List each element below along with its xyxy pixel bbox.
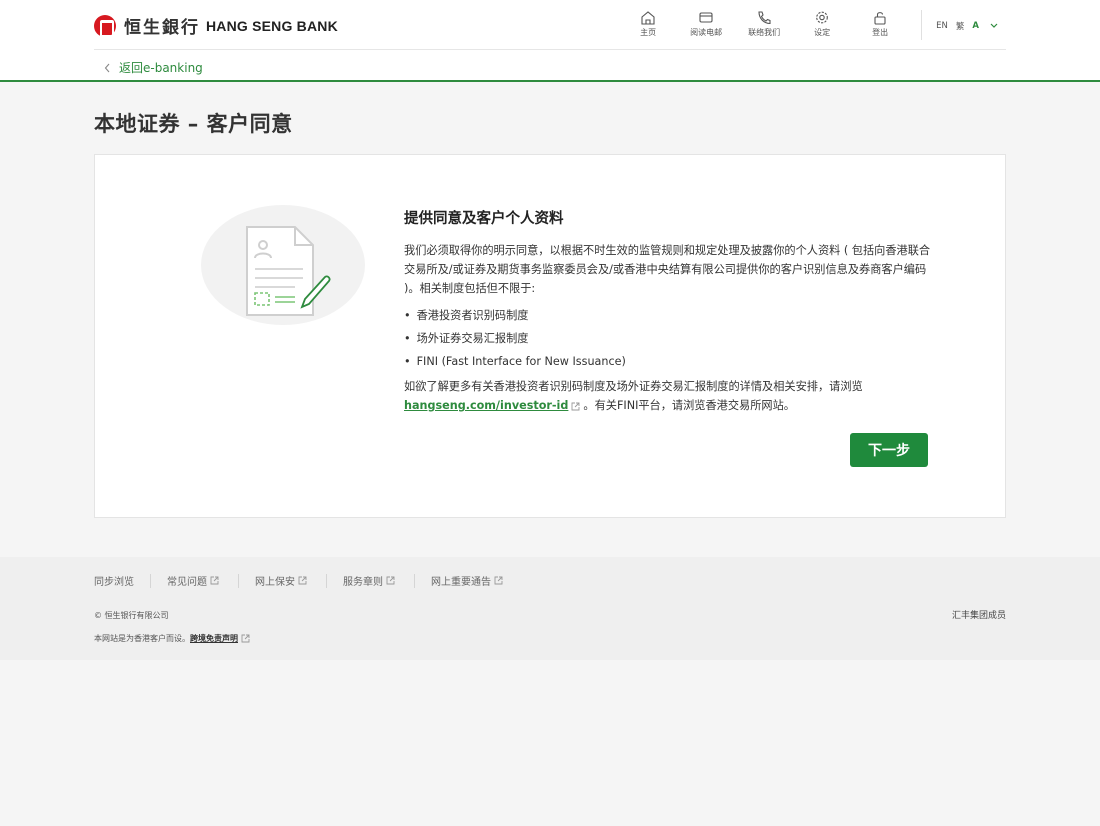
nav-contact-label: 联络我们 xyxy=(748,28,781,37)
document-sign-icon xyxy=(201,205,365,325)
phone-icon xyxy=(758,11,771,25)
list-item: 场外证券交易汇报制度 xyxy=(404,327,934,350)
external-link-icon xyxy=(210,576,219,585)
mail-icon xyxy=(699,12,713,23)
disclaimer: 本网站是为香港客户而设。跨境免责声明 xyxy=(94,633,253,644)
nav-contact[interactable]: 联络我们 xyxy=(735,10,793,38)
more-info-suffix: 。有关FINI平台，请浏览香港交易所网站。 xyxy=(583,399,795,412)
footer-link-notices[interactable]: 网上重要通告 xyxy=(431,573,506,588)
back-to-ebanking-link[interactable]: 返回e-banking xyxy=(104,59,203,76)
nav-mail-label: 阅读电邮 xyxy=(690,28,723,37)
nav-logout-label: 登出 xyxy=(872,28,889,37)
lang-tc[interactable]: 繁 xyxy=(956,20,965,32)
header: 恒生銀行 HANG SENG BANK 主页 阅读电邮 联络我们 设定 登出 E… xyxy=(0,0,1100,82)
footer: 同步浏览 常见问题 网上保安 服务章则 网上重要通告 © 恒生银行有限公司 本网… xyxy=(0,557,1100,660)
cross-border-disclaimer-link[interactable]: 跨境免责声明 xyxy=(190,634,238,643)
footer-divider xyxy=(150,573,151,588)
font-size-toggle[interactable]: A xyxy=(972,21,998,31)
disclaimer-text: 本网站是为香港客户而设。 xyxy=(94,634,190,643)
top-nav: 主页 阅读电邮 联络我们 设定 登出 EN 繁 A xyxy=(619,10,1006,40)
consent-card: 提供同意及客户个人资料 我们必须取得你的明示同意，以根据不时生效的监管规则和规定… xyxy=(94,154,1006,518)
language-switcher: EN 繁 A xyxy=(936,20,1006,32)
nav-logout[interactable]: 登出 xyxy=(851,10,909,38)
nav-mail[interactable]: 阅读电邮 xyxy=(677,10,735,38)
footer-divider xyxy=(326,573,327,588)
footer-link-label: 常见问题 xyxy=(167,577,207,588)
external-link-icon xyxy=(386,576,395,585)
more-info-prefix: 如欲了解更多有关香港投资者识别码制度及场外证券交易汇报制度的详情及相关安排，请浏… xyxy=(404,380,863,393)
footer-divider xyxy=(414,573,415,588)
external-link-icon xyxy=(241,634,250,643)
investor-id-link[interactable]: hangseng.com/investor-id xyxy=(404,399,568,412)
home-icon xyxy=(641,11,655,25)
footer-link-label: 服务章则 xyxy=(343,577,383,588)
back-label: 返回e-banking xyxy=(119,61,203,75)
brand-name-cn: 恒生銀行 xyxy=(124,18,200,38)
gear-icon xyxy=(816,11,829,24)
nav-settings-label: 设定 xyxy=(814,28,831,37)
consent-content: 提供同意及客户个人资料 我们必须取得你的明示同意，以根据不时生效的监管规则和规定… xyxy=(404,207,934,415)
page-title: 本地证券 – 客户同意 xyxy=(94,112,293,136)
more-info-text: 如欲了解更多有关香港投资者识别码制度及场外证券交易汇报制度的详情及相关安排，请浏… xyxy=(404,377,934,415)
footer-link-cobrowse[interactable]: 同步浏览 xyxy=(94,573,134,588)
unlock-icon xyxy=(874,12,886,25)
hsbc-group-member: 汇丰集团成员 xyxy=(951,611,1006,621)
nav-home[interactable]: 主页 xyxy=(619,10,677,38)
chevron-down-icon xyxy=(990,23,998,28)
main-content: 本地证券 – 客户同意 提供同意及客户个人资料 我们必须取得你的明示同意，以根据… xyxy=(94,108,1006,518)
external-link-icon xyxy=(571,402,580,410)
footer-link-security[interactable]: 网上保安 xyxy=(255,573,310,588)
nav-divider xyxy=(921,10,923,40)
nav-settings[interactable]: 设定 xyxy=(793,10,851,38)
footer-link-label: 网上保安 xyxy=(255,577,295,588)
footer-link-label: 同步浏览 xyxy=(94,577,134,588)
external-link-icon xyxy=(298,576,307,585)
scheme-list: 香港投资者识别码制度 场外证券交易汇报制度 FINI (Fast Interfa… xyxy=(404,304,934,373)
footer-link-terms[interactable]: 服务章则 xyxy=(343,573,398,588)
bank-logo-icon xyxy=(94,14,116,37)
list-item: 香港投资者识别码制度 xyxy=(404,304,934,327)
consent-heading: 提供同意及客户个人资料 xyxy=(404,211,564,227)
brand-logo[interactable]: 恒生銀行 HANG SENG BANK xyxy=(94,13,338,38)
chevron-left-icon xyxy=(104,63,110,72)
next-button[interactable]: 下一步 xyxy=(850,433,928,467)
copyright: © 恒生银行有限公司 xyxy=(94,611,169,620)
footer-link-label: 网上重要通告 xyxy=(431,577,491,588)
nav-home-label: 主页 xyxy=(640,28,657,37)
footer-link-faq[interactable]: 常见问题 xyxy=(167,573,222,588)
font-size-label: A xyxy=(972,21,979,31)
footer-divider xyxy=(238,573,239,588)
top-bar: 恒生銀行 HANG SENG BANK 主页 阅读电邮 联络我们 设定 登出 E… xyxy=(94,0,1006,50)
footer-links: 同步浏览 常见问题 网上保安 服务章则 网上重要通告 xyxy=(94,573,506,588)
external-link-icon xyxy=(494,576,503,585)
list-item: FINI (Fast Interface for New Issuance) xyxy=(404,350,934,373)
lang-en[interactable]: EN xyxy=(936,21,948,31)
consent-intro: 我们必须取得你的明示同意，以根据不时生效的监管规则和规定处理及披露你的个人资料 … xyxy=(404,244,931,295)
brand-name-en: HANG SENG BANK xyxy=(206,17,338,34)
